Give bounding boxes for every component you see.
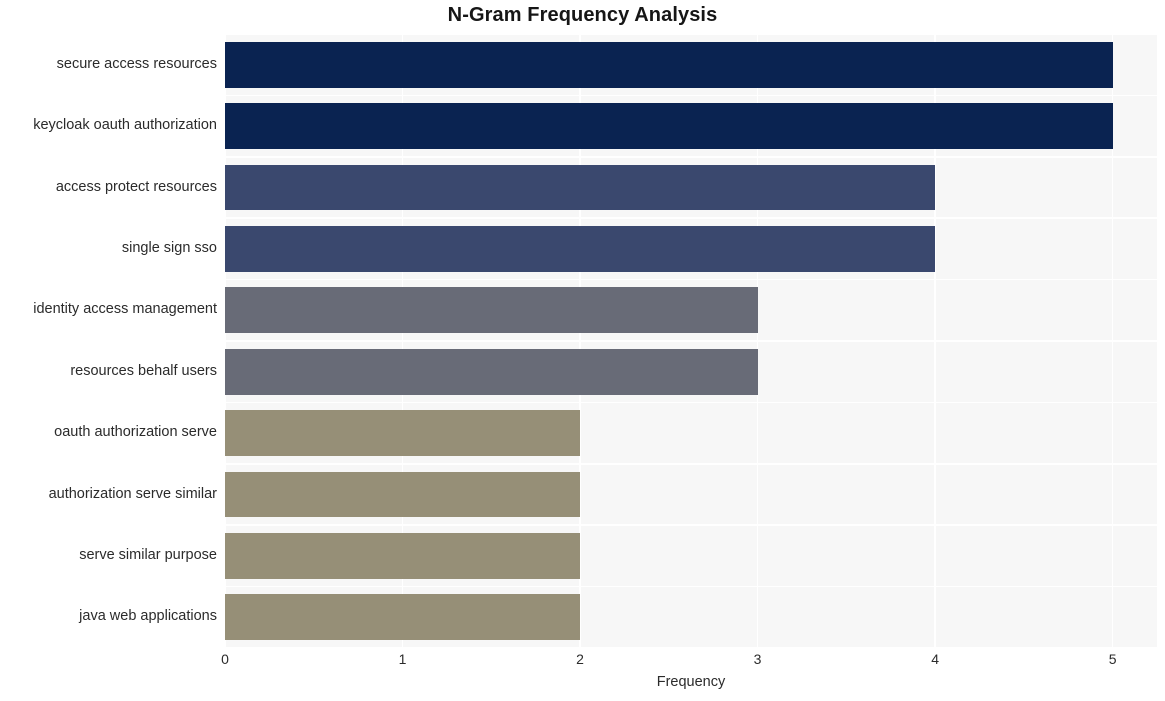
x-axis-label: Frequency: [656, 674, 726, 690]
y-axis-tick-label: keycloak oauth authorization: [33, 117, 217, 134]
y-axis-tick-labels: secure access resources keycloak oauth au…: [0, 0, 1165, 701]
y-axis-tick-label: single sign sso: [121, 239, 217, 256]
x-axis-tick-label: 3: [753, 651, 762, 667]
y-axis-tick-label: identity access management: [33, 301, 217, 318]
y-axis-tick-label: secure access resources: [56, 55, 217, 72]
y-axis-tick-label: oauth authorization serve: [54, 424, 217, 441]
x-axis-tick-label: 5: [1108, 651, 1117, 667]
x-axis-tick-label: 4: [931, 651, 939, 667]
x-axis-tick-label: 2: [576, 651, 584, 667]
y-axis-tick-label: authorization serve similar: [48, 485, 217, 502]
x-axis-tick-label: 1: [398, 651, 407, 667]
y-axis-tick-label: resources behalf users: [70, 362, 217, 379]
chart-figure: N-Gram Frequency Analysis secure access …: [0, 0, 1165, 701]
x-axis-tick-label: 0: [221, 651, 229, 667]
y-axis-tick-label: serve similar purpose: [79, 546, 217, 563]
y-axis-tick-label: java web applications: [79, 608, 217, 625]
y-axis-tick-label: access protect resources: [55, 178, 217, 195]
